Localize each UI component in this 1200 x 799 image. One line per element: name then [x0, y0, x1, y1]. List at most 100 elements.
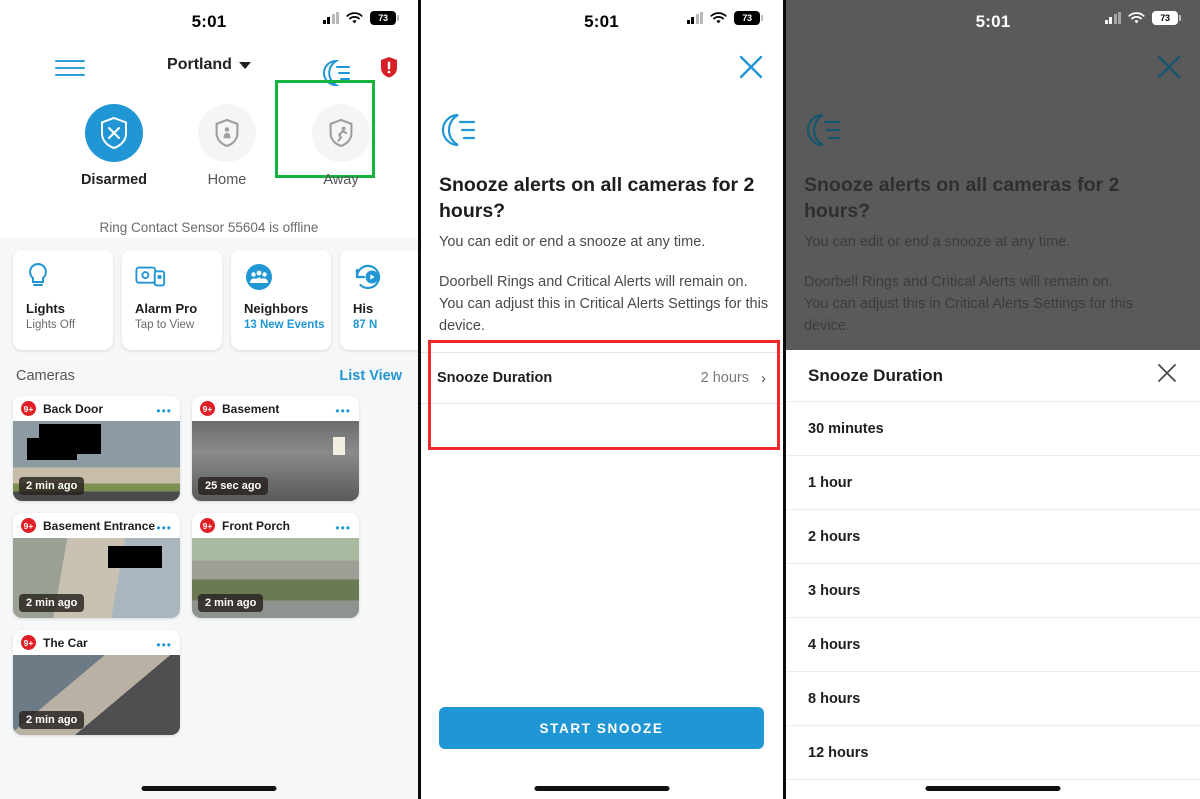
duration-option-12-hours[interactable]: 12 hours	[786, 726, 1200, 780]
shield-x-icon	[85, 104, 143, 162]
snooze-duration-sheet: Snooze Duration 30 minutes 1 hour 2 hour…	[786, 350, 1200, 799]
duration-option-4-hours[interactable]: 4 hours	[786, 618, 1200, 672]
neighbors-icon	[244, 262, 331, 296]
event-count-badge: 9+	[21, 518, 36, 533]
wifi-icon	[1128, 11, 1145, 23]
offline-message: Ring Contact Sensor 55604 is offline	[99, 220, 319, 235]
history-icon	[353, 262, 418, 296]
duration-option-8-hours[interactable]: 8 hours	[786, 672, 1200, 726]
status-time: 5:01	[975, 12, 1011, 31]
status-indicators: 73	[686, 11, 763, 25]
duration-option-3-hours[interactable]: 3 hours	[786, 564, 1200, 618]
mode-button-home[interactable]: Home	[162, 104, 292, 188]
camera-card[interactable]: 9+ Front Porch ••• 2 min ago	[192, 513, 359, 618]
sheet-header: Snooze Duration	[786, 350, 1200, 402]
dashboard-body: Lights Lights Off Alarm Pro Tap to View	[0, 238, 418, 799]
camera-name: Basement Entrance	[43, 518, 156, 533]
snooze-dialog-paragraph-2: Doorbell Rings and Critical Alerts will …	[439, 274, 769, 334]
close-x-icon[interactable]	[1156, 362, 1178, 389]
camera-card-header: 9+ Back Door •••	[13, 396, 180, 421]
alarm-pro-icon	[135, 262, 222, 296]
camera-timestamp: 2 min ago	[19, 477, 85, 495]
snooze-duration-section: Snooze Duration 2 hours ›	[421, 340, 782, 450]
battery-level: 73	[742, 12, 752, 23]
event-count-badge: 9+	[21, 635, 36, 650]
tile-title: Neighbors	[244, 301, 309, 316]
camera-card[interactable]: 9+ Basement Entrance ••• 2 min ago	[13, 513, 180, 618]
battery-icon: 73	[734, 11, 763, 25]
cellular-signal-icon	[322, 12, 339, 24]
close-x-icon[interactable]	[738, 54, 764, 85]
snooze-duration-value: 2 hours	[700, 370, 749, 386]
duration-option-30-minutes[interactable]: 30 minutes	[786, 402, 1200, 456]
snooze-duration-row[interactable]: Snooze Duration 2 hours ›	[421, 352, 782, 404]
status-time: 5:01	[584, 12, 619, 31]
status-bar: 5:01 73	[421, 0, 782, 38]
camera-thumbnail[interactable]: 2 min ago	[192, 538, 359, 618]
camera-thumbnail[interactable]: 2 min ago	[13, 538, 180, 618]
more-options-icon[interactable]: •••	[335, 522, 351, 534]
moon-snooze-icon	[804, 112, 848, 155]
battery-level: 73	[1160, 12, 1170, 23]
snooze-dialog-paragraph-1: You can edit or end a snooze at any time…	[804, 234, 1071, 250]
start-snooze-button[interactable]: START SNOOZE	[439, 707, 764, 749]
panel-snooze-duration-picker: 5:01 73 Snooze alerts on all cameras for…	[786, 0, 1200, 799]
snooze-dialog-paragraph-2: Doorbell Rings and Critical Alerts will …	[804, 274, 1134, 334]
camera-thumbnail[interactable]: 2 min ago	[13, 421, 180, 501]
duration-option-1-hour[interactable]: 1 hour	[786, 456, 1200, 510]
more-options-icon[interactable]: •••	[156, 522, 172, 534]
dashboard-header: Portland	[0, 38, 418, 178]
battery-level: 73	[378, 12, 388, 23]
location-label: Portland	[167, 56, 232, 73]
shield-running-icon	[312, 104, 370, 162]
camera-card[interactable]: 9+ The Car ••• 2 min ago	[13, 630, 180, 735]
more-options-icon[interactable]: •••	[335, 405, 351, 417]
mode-button-away[interactable]: Away	[276, 104, 406, 188]
shield-person-icon	[198, 104, 256, 162]
moon-snooze-icon	[439, 112, 483, 155]
mode-label: Disarmed	[80, 172, 148, 188]
tile-title: Lights	[26, 301, 65, 316]
status-bar: 5:01 73	[786, 0, 1200, 38]
battery-icon: 73	[1152, 11, 1181, 25]
dimmed-snooze-dialog: 5:01 73 Snooze alerts on all cameras for…	[786, 0, 1200, 350]
battery-icon: 73	[370, 11, 399, 25]
camera-card[interactable]: 9+ Back Door ••• 2 min ago	[13, 396, 180, 501]
camera-thumbnail[interactable]: 2 min ago	[13, 655, 180, 735]
wifi-icon	[710, 11, 727, 23]
tile-alarm-pro[interactable]: Alarm Pro Tap to View	[122, 250, 222, 350]
snooze-dialog-title: Snooze alerts on all cameras for 2 hours…	[439, 174, 755, 223]
mode-label: Away	[323, 172, 359, 188]
mode-button-disarmed[interactable]: Disarmed	[49, 104, 179, 188]
hamburger-menu-icon[interactable]	[55, 60, 85, 77]
location-selector[interactable]: Portland	[167, 56, 251, 74]
duration-option-2-hours[interactable]: 2 hours	[786, 510, 1200, 564]
tile-subtitle: Lights Off	[26, 319, 76, 331]
tile-title: Alarm Pro	[135, 301, 198, 316]
camera-card-header: 9+ Basement •••	[192, 396, 359, 421]
status-bar: 5:01 73	[0, 0, 418, 38]
camera-card[interactable]: 9+ Basement ••• 25 sec ago	[192, 396, 359, 501]
camera-timestamp: 2 min ago	[19, 594, 85, 612]
tile-neighbors[interactable]: Neighbors 13 New Events	[231, 250, 331, 350]
close-x-icon[interactable]	[1156, 54, 1182, 85]
status-indicators: 73	[322, 11, 399, 25]
alert-exclamation-icon[interactable]	[379, 56, 399, 78]
event-count-badge: 9+	[200, 518, 215, 533]
camera-card-header: 9+ Basement Entrance •••	[13, 513, 180, 538]
camera-timestamp: 2 min ago	[198, 594, 264, 612]
screenshot-stage: 5:01 73 Portland Disarmed Home Away Ring…	[0, 0, 1200, 799]
lightbulb-icon	[26, 262, 113, 296]
list-view-link[interactable]: List View	[339, 368, 402, 384]
tile-lights[interactable]: Lights Lights Off	[13, 250, 113, 350]
event-count-badge: 9+	[21, 401, 36, 416]
more-options-icon[interactable]: •••	[156, 405, 172, 417]
camera-card-header: 9+ The Car •••	[13, 630, 180, 655]
mode-label: Home	[207, 172, 247, 188]
more-options-icon[interactable]: •••	[156, 639, 172, 651]
home-indicator	[925, 786, 1061, 791]
tile-history[interactable]: His 87 N	[340, 250, 418, 350]
shortcut-tiles: Lights Lights Off Alarm Pro Tap to View	[0, 250, 418, 362]
camera-thumbnail[interactable]: 25 sec ago	[192, 421, 359, 501]
chevron-right-icon: ›	[761, 369, 766, 387]
